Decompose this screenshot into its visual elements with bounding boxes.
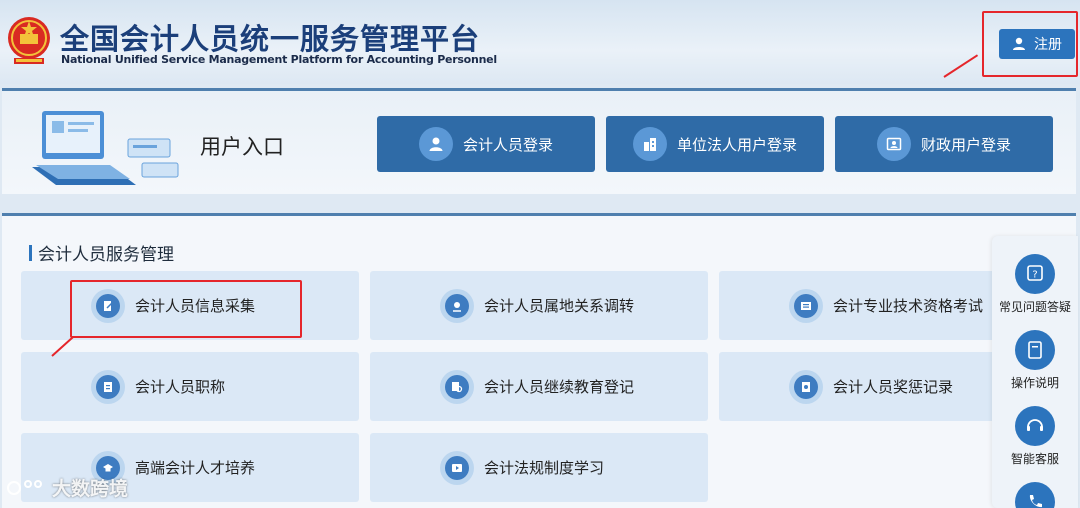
manual-icon	[1015, 330, 1055, 370]
service-card-title[interactable]: 会计人员职称	[21, 352, 359, 421]
site-subtitle: National Unified Service Management Plat…	[61, 53, 497, 66]
sidebar-item-manual[interactable]: 操作说明	[992, 330, 1078, 391]
exam-icon	[789, 288, 823, 323]
phone-icon	[1015, 482, 1055, 508]
accountant-login-label: 会计人员登录	[462, 135, 553, 154]
user-icon	[1013, 37, 1025, 50]
finance-login-button[interactable]: 财政用户登录	[835, 116, 1053, 172]
sidebar-item-phone[interactable]	[992, 482, 1078, 508]
service-card-label: 会计人员继续教育登记	[484, 378, 635, 396]
site-header: 全国会计人员统一服务管理平台 National Unified Service …	[0, 0, 1080, 84]
services-title-text: 会计人员服务管理	[38, 245, 174, 265]
id-card-icon	[876, 127, 911, 161]
service-card-continuing-education[interactable]: 会计人员继续教育登记	[370, 352, 708, 421]
floating-sidebar: ? 常见问题答疑 操作说明 智能客服	[992, 236, 1078, 508]
sidebar-item-label: 操作说明	[1010, 376, 1059, 390]
unit-legal-login-button[interactable]: 单位法人用户登录	[606, 116, 824, 172]
location-icon	[440, 288, 474, 323]
user-entry-title: 用户入口	[200, 135, 284, 159]
watermark-text: 大数跨境	[52, 478, 129, 500]
service-card-label: 会计人员属地关系调转	[484, 297, 635, 315]
sidebar-item-faq[interactable]: ? 常见问题答疑	[992, 254, 1078, 315]
service-card-label: 会计专业技术资格考试	[833, 297, 984, 315]
watermark-logo-icon	[7, 479, 42, 495]
watermark: 大数跨境	[6, 474, 128, 501]
service-card-label: 会计人员职称	[135, 378, 226, 396]
user-entry-panel: 用户入口 会计人员登录 单位法人用户登录 财政用户登录	[2, 88, 1076, 194]
play-icon	[440, 450, 474, 485]
user-icon	[418, 127, 453, 161]
register-label: 注册	[1034, 37, 1062, 53]
headset-icon	[1015, 406, 1055, 446]
sidebar-item-label: 常见问题答疑	[998, 300, 1071, 314]
svg-text:?: ?	[1032, 270, 1037, 281]
national-emblem-icon	[8, 17, 50, 64]
question-icon: ?	[1015, 254, 1055, 294]
computer-illustration-icon	[32, 111, 179, 185]
doc-icon	[91, 369, 125, 404]
record-icon	[789, 369, 823, 404]
site-title: 全国会计人员统一服务管理平台	[60, 22, 481, 56]
info-collection-highlight-box	[70, 280, 302, 338]
sidebar-item-label: 智能客服	[1010, 452, 1059, 466]
services-section-title: 会计人员服务管理	[29, 240, 174, 265]
building-icon	[632, 127, 667, 161]
service-card-label: 会计法规制度学习	[484, 459, 605, 477]
doc-search-icon	[440, 369, 474, 404]
accountant-login-button[interactable]: 会计人员登录	[377, 116, 595, 172]
register-button[interactable]: 注册	[999, 29, 1075, 59]
sidebar-item-smart-service[interactable]: 智能客服	[992, 406, 1078, 467]
section-bar	[29, 244, 32, 261]
service-card-label: 会计人员奖惩记录	[833, 378, 954, 396]
service-card-label: 高端会计人才培养	[135, 459, 256, 477]
finance-login-label: 财政用户登录	[920, 135, 1011, 154]
service-card-regulation-study[interactable]: 会计法规制度学习	[370, 433, 708, 502]
unit-legal-login-label: 单位法人用户登录	[676, 135, 797, 154]
services-panel: 会计人员服务管理 会计人员信息采集 会计人员属地关系调转 会计专业技术资格考试 …	[2, 213, 1076, 508]
service-card-location-transfer[interactable]: 会计人员属地关系调转	[370, 271, 708, 340]
